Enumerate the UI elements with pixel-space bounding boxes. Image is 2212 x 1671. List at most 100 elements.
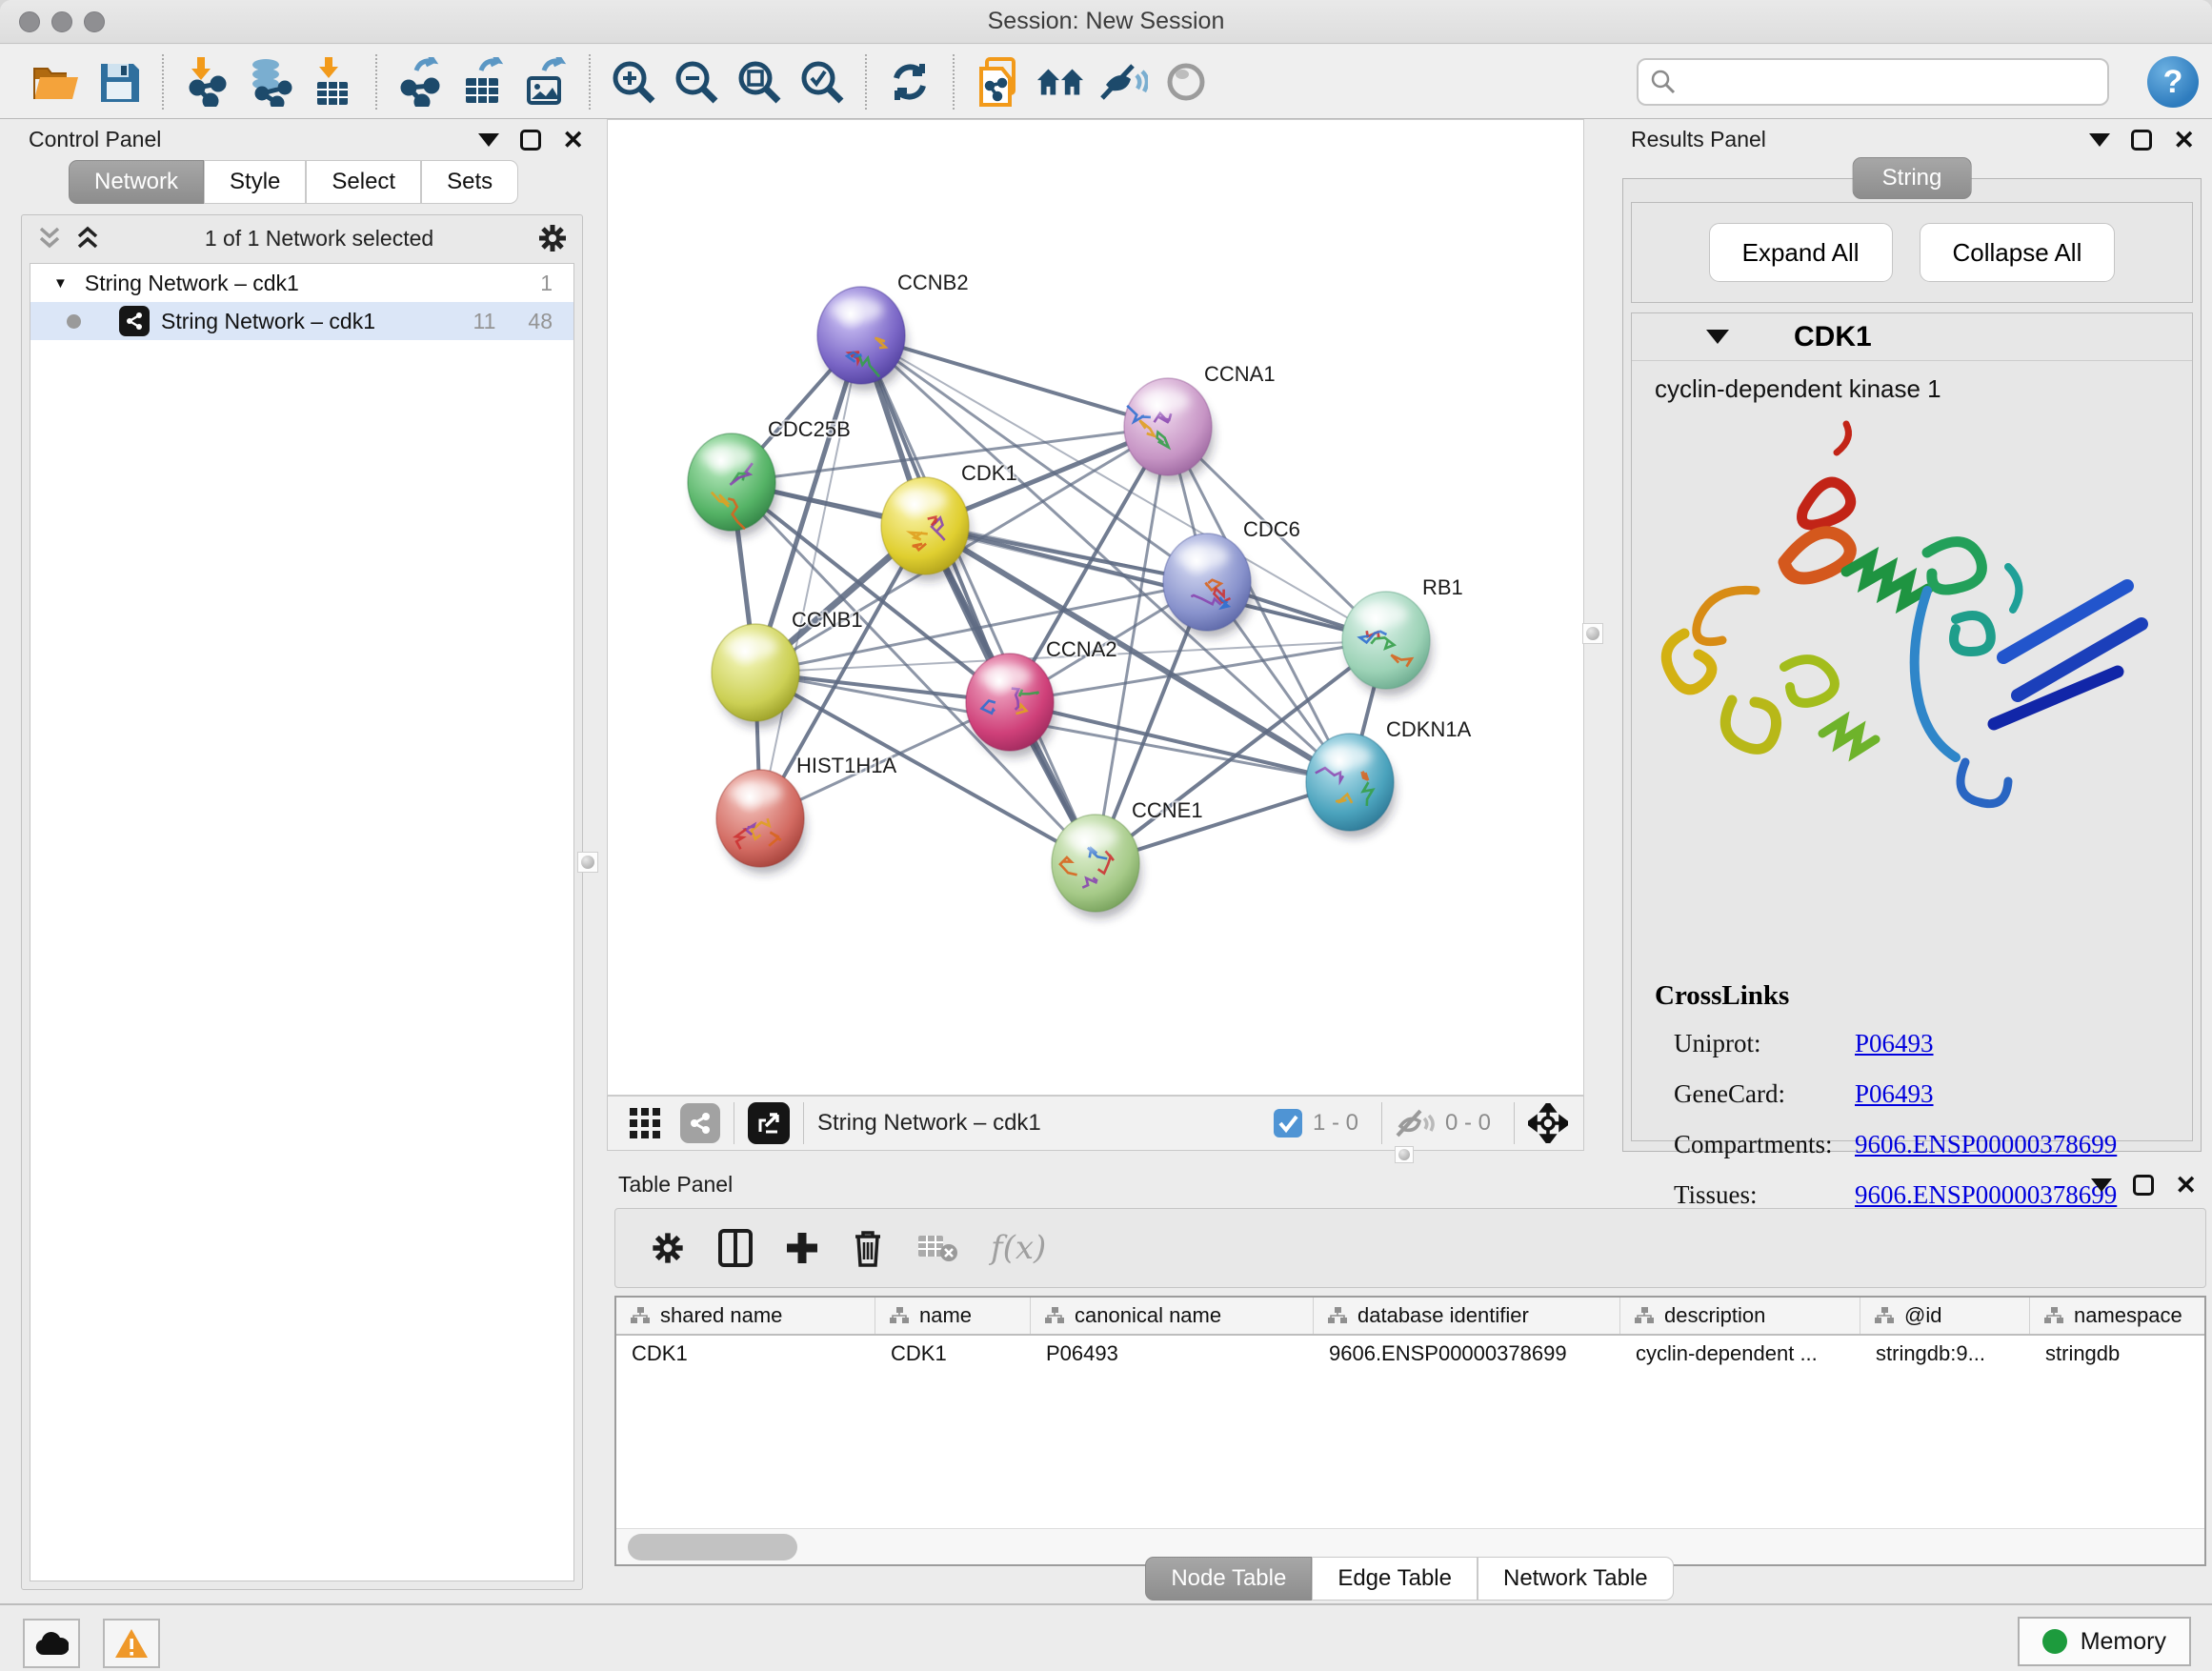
- help-icon[interactable]: ?: [2147, 56, 2199, 108]
- close-panel-icon[interactable]: ✕: [562, 130, 584, 151]
- pan-mode-icon[interactable]: [1528, 1103, 1568, 1143]
- table-panel-title: Table Panel: [618, 1172, 733, 1198]
- protein-card-expander-icon[interactable]: [1706, 330, 1729, 344]
- edge-CCNB2-CCNE1[interactable]: [861, 335, 1096, 863]
- tab-style[interactable]: Style: [204, 160, 306, 204]
- open-file-icon[interactable]: [31, 57, 81, 107]
- warnings-button[interactable]: [103, 1619, 160, 1668]
- node-CCNB2[interactable]: CCNB2: [817, 271, 969, 391]
- maximize-panel-icon[interactable]: [520, 130, 541, 151]
- add-column-icon[interactable]: [785, 1231, 819, 1265]
- network-collection-row[interactable]: ▼ String Network – cdk1 1: [30, 264, 573, 302]
- edge-CCNA2-CDKN1A[interactable]: [1010, 702, 1350, 782]
- uniprot-link[interactable]: P06493: [1855, 1029, 1934, 1058]
- expand-all-icon[interactable]: [73, 226, 102, 251]
- crosslink-label: Compartments:: [1674, 1130, 1855, 1159]
- import-network-file-icon[interactable]: [182, 57, 231, 107]
- cell-database-identifier[interactable]: 9606.ENSP00000378699: [1314, 1336, 1620, 1372]
- maximize-table-icon[interactable]: [2133, 1175, 2154, 1196]
- tab-string[interactable]: String: [1853, 157, 1972, 199]
- float-panel-icon[interactable]: [478, 133, 499, 147]
- node-label-CCNA1: CCNA1: [1204, 362, 1276, 386]
- column-header-namespace[interactable]: namespace: [2030, 1298, 2206, 1334]
- cell-description[interactable]: cyclin-dependent ...: [1620, 1336, 1860, 1372]
- cell-canonical-name[interactable]: P06493: [1031, 1336, 1314, 1372]
- right-splitter-grip[interactable]: [1582, 623, 1603, 644]
- collection-expander-icon[interactable]: ▼: [53, 275, 68, 292]
- hidden-eye-icon[interactable]: [1396, 1107, 1436, 1139]
- bottom-splitter-grip[interactable]: [1395, 1146, 1414, 1163]
- column-header-shared-name[interactable]: shared name: [616, 1298, 875, 1334]
- node-HIST1H1A[interactable]: HIST1H1A: [716, 754, 896, 874]
- table-options-gear-icon[interactable]: [650, 1230, 686, 1266]
- selected-count: 1 - 0: [1313, 1110, 1358, 1137]
- tab-network[interactable]: Network: [69, 160, 204, 204]
- show-columns-icon[interactable]: [718, 1229, 753, 1267]
- network-birdseye-icon[interactable]: [680, 1103, 720, 1143]
- close-results-icon[interactable]: ✕: [2173, 130, 2195, 151]
- export-table-icon[interactable]: [458, 57, 508, 107]
- tab-node-table[interactable]: Node Table: [1145, 1557, 1312, 1601]
- tab-select[interactable]: Select: [306, 160, 421, 204]
- maximize-results-icon[interactable]: [2131, 130, 2152, 151]
- zoom-selected-icon[interactable]: [797, 57, 847, 107]
- tab-network-table[interactable]: Network Table: [1478, 1557, 1674, 1601]
- import-network-database-icon[interactable]: [245, 57, 294, 107]
- cloud-status-button[interactable]: [23, 1619, 80, 1668]
- genecard-link[interactable]: P06493: [1855, 1079, 1934, 1109]
- refresh-layout-icon[interactable]: [885, 57, 935, 107]
- column-header-name[interactable]: name: [875, 1298, 1031, 1334]
- grid-view-icon[interactable]: [629, 1107, 661, 1139]
- zoom-fit-icon[interactable]: [734, 57, 784, 107]
- tab-sets[interactable]: Sets: [421, 160, 518, 204]
- selected-checkbox-icon[interactable]: [1273, 1108, 1303, 1138]
- column-header-description[interactable]: description: [1620, 1298, 1860, 1334]
- export-network-icon[interactable]: [395, 57, 445, 107]
- table-row[interactable]: CDK1CDK1P064939606.ENSP00000378699cyclin…: [616, 1336, 2204, 1372]
- export-image-icon[interactable]: [521, 57, 571, 107]
- delete-column-icon[interactable]: [852, 1229, 884, 1267]
- zoom-out-icon[interactable]: [672, 57, 721, 107]
- tab-edge-table[interactable]: Edge Table: [1312, 1557, 1478, 1601]
- save-session-icon[interactable]: [94, 57, 144, 107]
- column-header--id[interactable]: @id: [1860, 1298, 2030, 1334]
- cell-namespace[interactable]: stringdb: [2030, 1336, 2206, 1372]
- cell--id[interactable]: stringdb:9...: [1860, 1336, 2030, 1372]
- expand-all-button[interactable]: Expand All: [1709, 223, 1893, 282]
- column-header-database-identifier[interactable]: database identifier: [1314, 1298, 1620, 1334]
- float-results-icon[interactable]: [2089, 133, 2110, 147]
- hide-selected-icon[interactable]: [1098, 57, 1148, 107]
- network-options-gear-icon[interactable]: [536, 222, 569, 254]
- edge-CCNB2-CCNA1[interactable]: [861, 335, 1168, 427]
- network-row[interactable]: String Network – cdk1 11 48: [30, 302, 573, 340]
- memory-button[interactable]: Memory: [2018, 1617, 2191, 1666]
- copy-network-icon[interactable]: [973, 57, 1022, 107]
- node-CDKN1A[interactable]: CDKN1A: [1306, 717, 1472, 837]
- compartments-link[interactable]: 9606.ENSP00000378699: [1855, 1130, 2117, 1159]
- home-networks-icon[interactable]: [1036, 57, 1085, 107]
- node-CDK1[interactable]: CDK1: [881, 461, 1017, 581]
- node-RB1[interactable]: RB1: [1342, 575, 1463, 695]
- zoom-in-icon[interactable]: [609, 57, 658, 107]
- edge-CDK1-RB1[interactable]: [925, 526, 1386, 640]
- collapse-all-button[interactable]: Collapse All: [1920, 223, 2116, 282]
- search-input[interactable]: [1677, 69, 2086, 95]
- node-table: shared namenamecanonical namedatabase id…: [614, 1296, 2206, 1566]
- cell-name[interactable]: CDK1: [875, 1336, 1031, 1372]
- collapse-all-icon[interactable]: [35, 226, 64, 251]
- column-header-canonical-name[interactable]: canonical name: [1031, 1298, 1314, 1334]
- network-view-canvas[interactable]: CCNB2CCNA1CDC25BCDK1CDC6RB1CCNB1CCNA2CDK…: [607, 119, 1584, 1096]
- edge-CCNB2-HIST1H1A[interactable]: [760, 335, 861, 818]
- float-table-icon[interactable]: [2091, 1178, 2112, 1192]
- preview-eye-icon[interactable]: [1161, 57, 1211, 107]
- close-table-icon[interactable]: ✕: [2175, 1175, 2197, 1196]
- import-table-icon[interactable]: [308, 57, 357, 107]
- collection-count: 1: [540, 271, 553, 296]
- app-window: Session: New Session: [0, 0, 2212, 1671]
- cell-shared-name[interactable]: CDK1: [616, 1336, 875, 1372]
- detach-view-icon[interactable]: [748, 1102, 790, 1144]
- left-splitter-grip[interactable]: [577, 852, 598, 873]
- attribute-icon: [889, 1307, 910, 1324]
- title-bar: Session: New Session: [0, 0, 2212, 44]
- node-CCNA1[interactable]: CCNA1: [1124, 362, 1276, 482]
